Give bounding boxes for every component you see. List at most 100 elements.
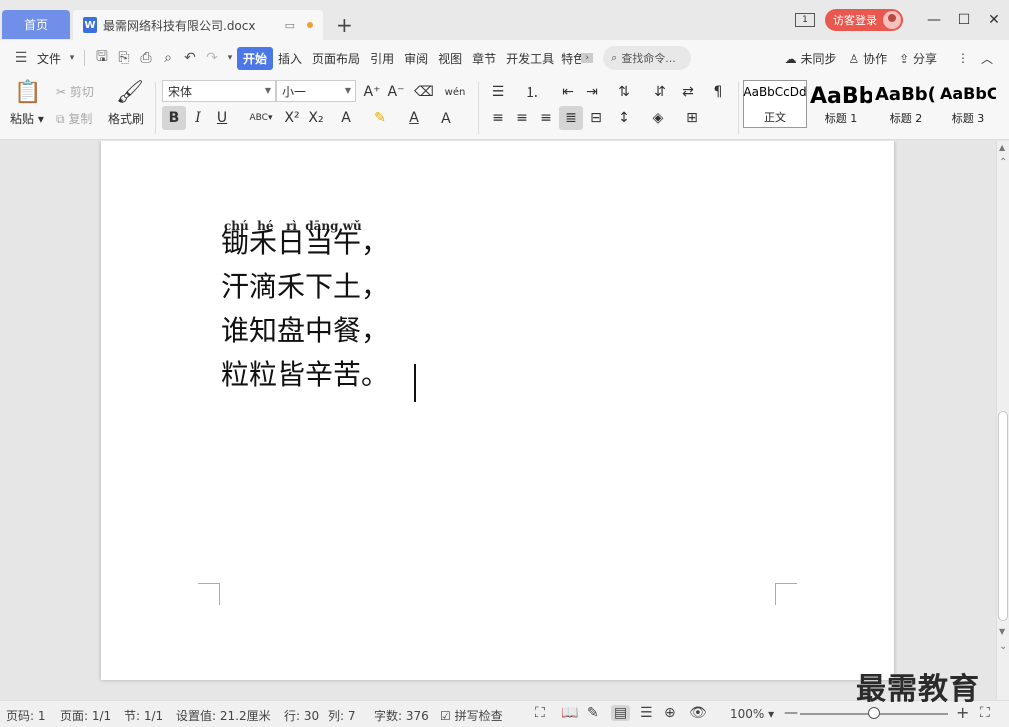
customize-toolbar-icon[interactable]: ▾ bbox=[223, 53, 237, 63]
text-effect-icon[interactable]: A bbox=[334, 106, 358, 130]
zoom-out-icon[interactable]: — bbox=[784, 705, 798, 721]
fit-page-icon[interactable]: ⛶ bbox=[980, 705, 990, 721]
menu-tab-references[interactable]: 引用 bbox=[365, 50, 399, 67]
edit-mode-icon[interactable]: ✎ bbox=[587, 705, 599, 721]
export-icon[interactable]: ⎘ bbox=[113, 50, 135, 66]
monitor-icon[interactable]: ▭ bbox=[285, 19, 295, 32]
subscript-icon[interactable]: X₂ bbox=[304, 106, 328, 130]
numbered-list-icon[interactable]: ⒈ bbox=[520, 80, 544, 104]
status-word-count[interactable]: 字数: 376 bbox=[374, 707, 429, 724]
line-spacing-icon[interactable]: ↕ bbox=[612, 106, 636, 130]
style-heading-1[interactable]: AaBb 标题 1 bbox=[810, 80, 872, 128]
minimize-icon[interactable]: — bbox=[919, 12, 949, 28]
fullscreen-icon[interactable]: ⛶ bbox=[535, 705, 545, 721]
style-normal[interactable]: AaBbCcDd 正文 bbox=[743, 80, 807, 128]
copy-button[interactable]: ⧉ 复制 bbox=[56, 110, 92, 127]
tab-home[interactable]: 首页 bbox=[2, 10, 70, 39]
style-heading-2[interactable]: AaBb( 标题 2 bbox=[875, 80, 937, 128]
text-direction-icon[interactable]: ⇅ bbox=[612, 80, 636, 104]
clear-format-icon[interactable]: ⌫ bbox=[412, 80, 436, 104]
poem-text[interactable]: 锄禾日当午， 汗滴禾下土， 谁知盘中餐， 粒粒皆辛苦。 bbox=[221, 221, 389, 397]
document-page[interactable]: chú hé rì dāng wǔ 锄禾日当午， 汗滴禾下土， 谁知盘中餐， 粒… bbox=[101, 141, 894, 680]
vertical-scrollbar[interactable]: ▲ ⌃ ▼ ⌄ bbox=[996, 141, 1009, 700]
scroll-down-icon[interactable]: ▼ bbox=[999, 627, 1005, 636]
eye-protection-icon[interactable]: 👁 bbox=[689, 705, 707, 721]
format-painter-icon[interactable]: 🖌 bbox=[116, 80, 144, 105]
font-color-icon[interactable]: A bbox=[402, 106, 426, 130]
command-search-input[interactable]: ⌕ 查找命令... bbox=[603, 46, 692, 70]
outline-view-icon[interactable]: ☰ bbox=[640, 705, 653, 721]
font-name-select[interactable]: 宋体 ▼ bbox=[162, 80, 276, 102]
more-options-icon[interactable]: ⋮ bbox=[951, 51, 975, 65]
strikethrough-icon[interactable]: ABC▾ bbox=[246, 106, 276, 130]
align-right-icon[interactable]: ≡ bbox=[534, 106, 558, 130]
status-section[interactable]: 节: 1/1 bbox=[124, 707, 163, 724]
menu-tab-features[interactable]: 特色 bbox=[559, 50, 581, 67]
status-row[interactable]: 行: 30 bbox=[284, 707, 319, 724]
status-col[interactable]: 列: 7 bbox=[328, 707, 356, 724]
collapse-ribbon-icon[interactable]: ︿ bbox=[975, 50, 999, 67]
menu-file[interactable]: 文件 bbox=[32, 50, 66, 67]
align-center-icon[interactable]: ≡ bbox=[510, 106, 534, 130]
borders-icon[interactable]: ⊞ bbox=[680, 106, 704, 130]
page-count-indicator[interactable]: 1 bbox=[795, 13, 815, 27]
scrollbar-thumb[interactable] bbox=[998, 411, 1008, 621]
convert-icon[interactable]: ⇄ bbox=[676, 80, 700, 104]
menu-tab-developer[interactable]: 开发工具 bbox=[501, 50, 559, 67]
status-page-code[interactable]: 页码: 1 bbox=[6, 707, 46, 724]
visitor-login-button[interactable]: 访客登录 bbox=[825, 9, 903, 31]
increase-indent-icon[interactable]: ⇥ bbox=[580, 80, 604, 104]
align-justify-icon[interactable]: ≣ bbox=[559, 106, 583, 130]
web-view-icon[interactable]: ⊕ bbox=[664, 705, 676, 721]
scroll-top-icon[interactable]: ⌃ bbox=[999, 157, 1007, 168]
font-size-select[interactable]: 小一 ▼ bbox=[276, 80, 356, 102]
paste-button[interactable]: 粘贴 ▾ bbox=[10, 110, 44, 127]
superscript-icon[interactable]: X² bbox=[280, 106, 304, 130]
chevron-down-icon[interactable]: ▾ bbox=[66, 53, 78, 63]
close-icon[interactable]: ✕ bbox=[979, 12, 1009, 28]
unsync-button[interactable]: ☁ 未同步 bbox=[779, 50, 843, 67]
highlight-icon[interactable]: ✎ bbox=[368, 106, 392, 130]
maximize-icon[interactable]: ☐ bbox=[949, 12, 979, 28]
save-icon[interactable]: 🖫 bbox=[91, 46, 113, 70]
scroll-bottom-icon[interactable]: ⌄ bbox=[999, 641, 1007, 652]
menu-tab-chapter[interactable]: 章节 bbox=[467, 50, 501, 67]
menu-scroll-right-icon[interactable]: › bbox=[581, 53, 594, 63]
collaborate-button[interactable]: ♙ 协作 bbox=[842, 50, 893, 67]
cut-button[interactable]: ✂ 剪切 bbox=[56, 83, 94, 100]
zoom-level[interactable]: 100% ▾ bbox=[730, 707, 774, 721]
new-tab-button[interactable]: + bbox=[336, 13, 353, 37]
format-painter-button[interactable]: 格式刷 bbox=[108, 110, 144, 127]
show-marks-icon[interactable]: ¶ bbox=[706, 80, 730, 104]
clipboard-icon[interactable]: 📋 bbox=[14, 80, 41, 105]
distributed-align-icon[interactable]: ⊟ bbox=[584, 106, 608, 130]
bold-button[interactable]: B bbox=[162, 106, 186, 130]
menu-tab-view[interactable]: 视图 bbox=[433, 50, 467, 67]
tab-document[interactable]: W 最需网络科技有限公司.docx ▭ bbox=[73, 10, 323, 40]
page-view-icon[interactable]: ▤ bbox=[611, 705, 631, 721]
shading-icon[interactable]: ◈ bbox=[646, 106, 670, 130]
shrink-font-icon[interactable]: A⁻ bbox=[384, 80, 408, 104]
decrease-indent-icon[interactable]: ⇤ bbox=[556, 80, 580, 104]
menu-tab-insert[interactable]: 插入 bbox=[273, 50, 307, 67]
italic-button[interactable]: I bbox=[186, 106, 210, 130]
read-mode-icon[interactable]: 📖 bbox=[561, 705, 578, 721]
char-border-icon[interactable]: Ａ bbox=[434, 106, 458, 130]
print-preview-icon[interactable]: ⌕ bbox=[157, 50, 179, 66]
status-page[interactable]: 页面: 1/1 bbox=[60, 707, 111, 724]
status-setting[interactable]: 设置值: 21.2厘米 bbox=[176, 707, 271, 724]
redo-icon[interactable]: ↷ bbox=[201, 50, 223, 66]
document-workspace[interactable]: chú hé rì dāng wǔ 锄禾日当午， 汗滴禾下土， 谁知盘中餐， 粒… bbox=[0, 141, 996, 700]
hamburger-menu-icon[interactable]: ☰ bbox=[10, 50, 32, 66]
grow-font-icon[interactable]: A⁺ bbox=[360, 80, 384, 104]
align-left-icon[interactable]: ≡ bbox=[486, 106, 510, 130]
print-icon[interactable]: ⎙ bbox=[135, 50, 157, 66]
style-heading-3[interactable]: AaBbC 标题 3 bbox=[940, 80, 996, 128]
pinyin-guide-icon[interactable]: wén bbox=[440, 80, 470, 104]
scroll-up-icon[interactable]: ▲ bbox=[999, 143, 1005, 152]
bullet-list-icon[interactable]: ☰ bbox=[486, 80, 510, 104]
undo-icon[interactable]: ↶ bbox=[179, 50, 201, 66]
spell-check-button[interactable]: ☑ 拼写检查 bbox=[440, 707, 503, 724]
sort-icon[interactable]: ⇵ bbox=[648, 80, 672, 104]
share-button[interactable]: ⇪ 分享 bbox=[893, 50, 943, 67]
